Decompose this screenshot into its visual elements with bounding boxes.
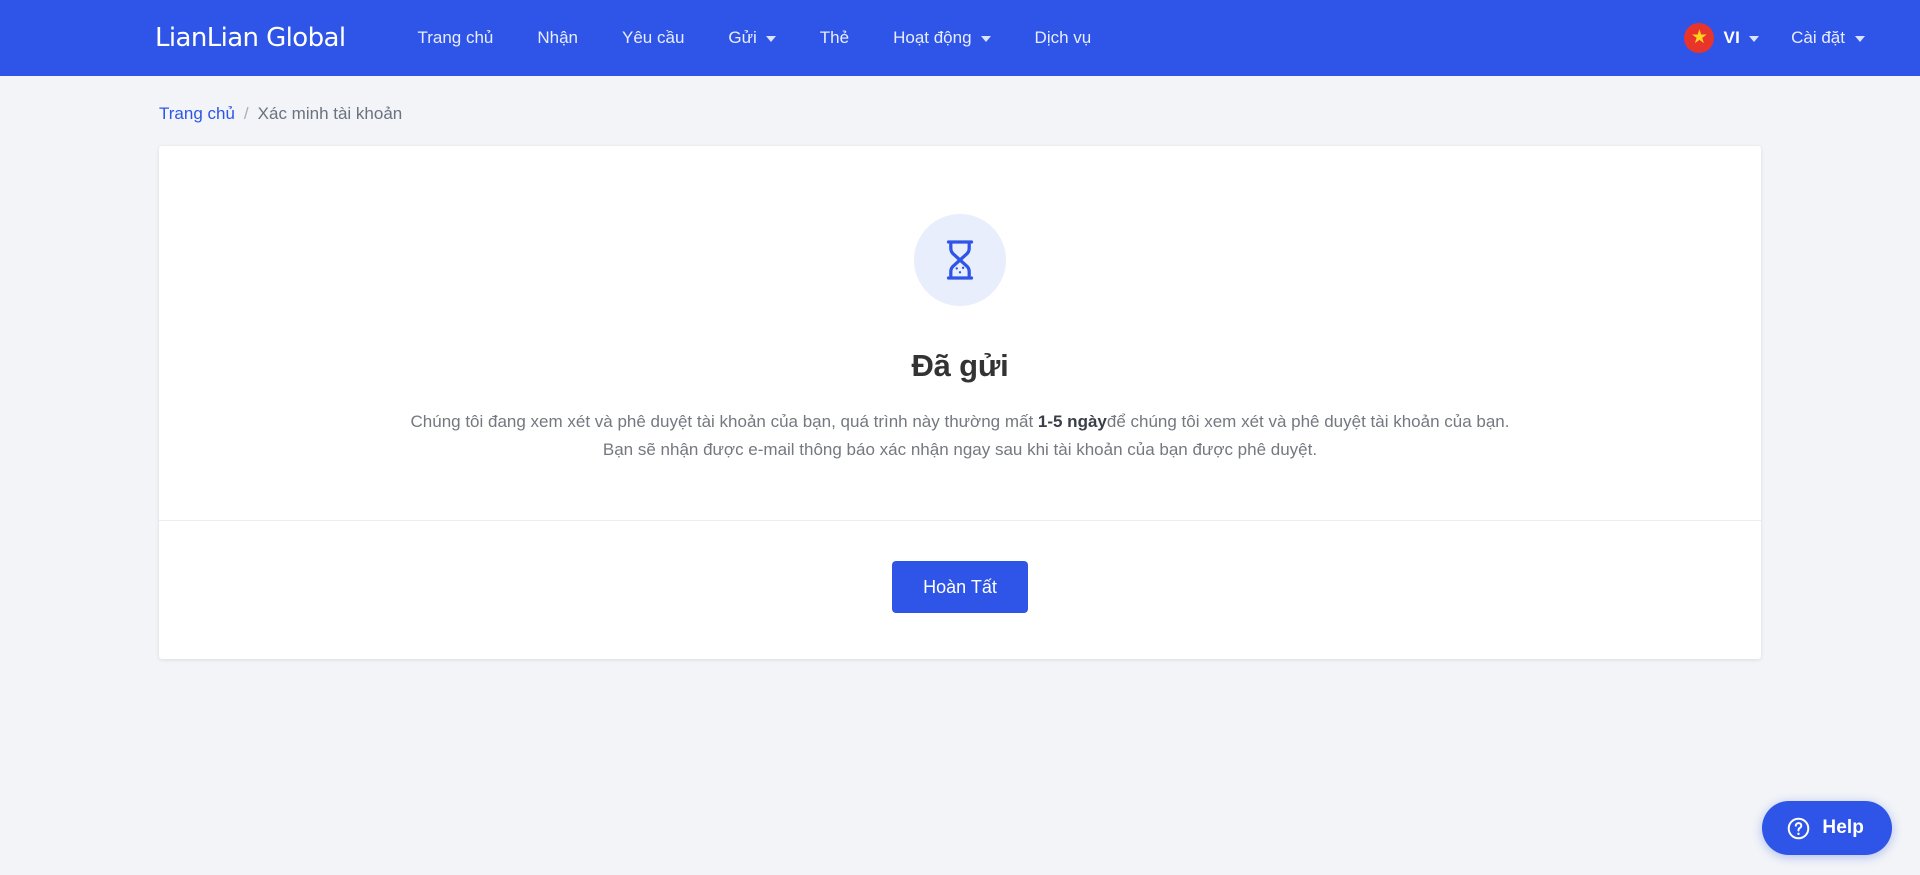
breadcrumb: Trang chủ / Xác minh tài khoản bbox=[0, 76, 1920, 124]
status-description-part2: để chúng tôi xem xét và phê duyệt tài kh… bbox=[1107, 412, 1510, 431]
help-button[interactable]: Help bbox=[1762, 801, 1892, 855]
nav-item-label: Yêu cầu bbox=[622, 0, 684, 76]
breadcrumb-separator: / bbox=[244, 104, 249, 124]
language-code-label: VI bbox=[1723, 28, 1740, 48]
page-title: Đã gửi bbox=[199, 348, 1721, 384]
settings-menu-label: Cài đặt bbox=[1791, 28, 1845, 48]
nav-item-label: Thẻ bbox=[820, 0, 849, 76]
status-description: Chúng tôi đang xem xét và phê duyệt tài … bbox=[310, 408, 1610, 464]
breadcrumb-item-current: Xác minh tài khoản bbox=[258, 104, 403, 124]
vietnam-flag-icon: ★ bbox=[1684, 23, 1714, 53]
status-description-line2: Bạn sẽ nhận được e-mail thông báo xác nh… bbox=[603, 440, 1317, 459]
question-mark-circle-icon bbox=[1786, 816, 1811, 841]
nav-item-nhan[interactable]: Nhận bbox=[515, 0, 600, 76]
nav-item-label: Gửi bbox=[728, 0, 756, 76]
nav-item-the[interactable]: Thẻ bbox=[798, 0, 871, 76]
main-content: Đã gửi Chúng tôi đang xem xét và phê duy… bbox=[0, 124, 1920, 659]
verification-status-card: Đã gửi Chúng tôi đang xem xét và phê duy… bbox=[159, 146, 1761, 659]
nav-item-label: Hoạt động bbox=[893, 0, 971, 76]
main-nav: Trang chủ Nhận Yêu cầu Gửi Thẻ Hoạt động… bbox=[395, 0, 1113, 76]
card-footer: Hoàn Tất bbox=[159, 521, 1761, 659]
hourglass-icon bbox=[937, 237, 983, 283]
language-selector[interactable]: ★ VI bbox=[1684, 23, 1759, 53]
card-body: Đã gửi Chúng tôi đang xem xét và phê duy… bbox=[159, 146, 1761, 520]
nav-item-yeu-cau[interactable]: Yêu cầu bbox=[600, 0, 706, 76]
help-button-label: Help bbox=[1822, 817, 1864, 839]
breadcrumb-item-home[interactable]: Trang chủ bbox=[159, 104, 235, 124]
nav-item-dich-vu[interactable]: Dịch vụ bbox=[1013, 0, 1114, 76]
status-icon-container bbox=[914, 214, 1006, 306]
settings-menu[interactable]: Cài đặt bbox=[1791, 28, 1870, 48]
nav-item-gui[interactable]: Gửi bbox=[706, 0, 797, 76]
nav-item-hoat-dong[interactable]: Hoạt động bbox=[871, 0, 1012, 76]
status-description-part1: Chúng tôi đang xem xét và phê duyệt tài … bbox=[411, 412, 1038, 431]
nav-item-label: Trang chủ bbox=[417, 0, 493, 76]
brand-logo[interactable]: LianLian Global bbox=[155, 23, 345, 53]
nav-item-label: Dịch vụ bbox=[1035, 0, 1092, 76]
chevron-down-icon bbox=[981, 36, 991, 42]
submit-button[interactable]: Hoàn Tất bbox=[892, 561, 1028, 613]
nav-item-label: Nhận bbox=[537, 0, 578, 76]
chevron-down-icon bbox=[1749, 36, 1759, 42]
flag-star-glyph: ★ bbox=[1691, 28, 1708, 47]
status-duration-highlight: 1-5 ngày bbox=[1038, 412, 1107, 431]
top-navigation-bar: LianLian Global Trang chủ Nhận Yêu cầu G… bbox=[0, 0, 1920, 76]
chevron-down-icon bbox=[1855, 36, 1865, 42]
navbar-right-group: ★ VI Cài đặt bbox=[1684, 23, 1870, 53]
nav-item-trang-chu[interactable]: Trang chủ bbox=[395, 0, 515, 76]
chevron-down-icon bbox=[766, 36, 776, 42]
